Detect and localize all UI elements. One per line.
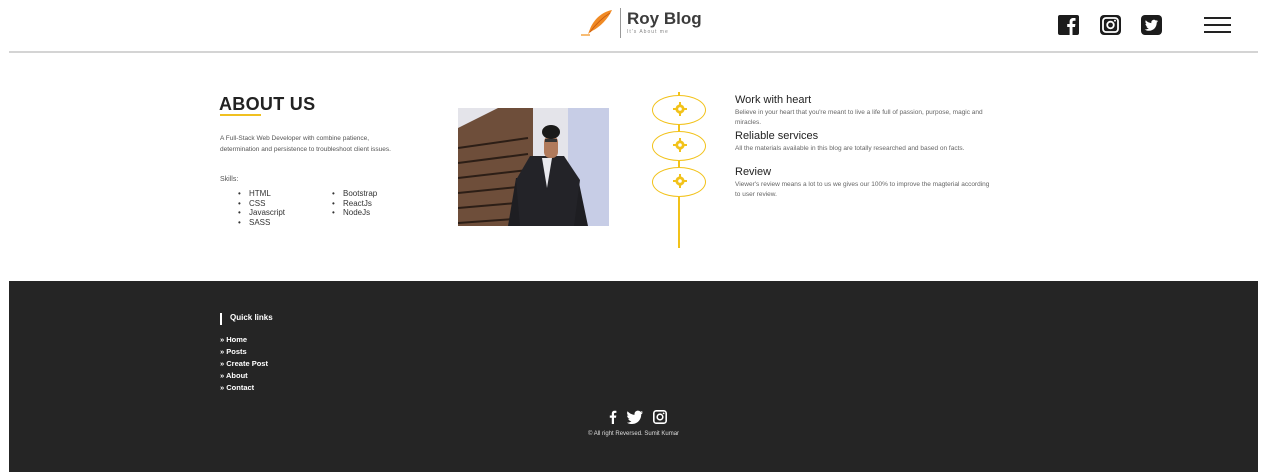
feature-description: Believe in your heart that you're meant … (735, 109, 983, 126)
skill-item: SASS (235, 218, 285, 228)
about-heading: ABOUT US (219, 94, 316, 114)
twitter-icon[interactable] (627, 410, 643, 424)
skill-item: Javascript (235, 208, 285, 218)
skills-list-1: HTML CSS Javascript SASS (235, 189, 285, 227)
header-divider (9, 51, 1258, 53)
about-description: A Full-Stack Web Developer with combine … (220, 135, 391, 153)
site-footer: Quick links Home Posts Create Post About… (9, 281, 1258, 472)
hamburger-menu-icon[interactable] (1204, 17, 1231, 34)
timeline-node (652, 95, 706, 125)
footer-link-posts[interactable]: Posts (220, 346, 268, 358)
about-heading-underline (220, 114, 261, 116)
skills-list-2: Bootstrap ReactJs NodeJs (329, 189, 377, 218)
logo-tagline: It's About me (627, 29, 669, 35)
skill-item: Bootstrap (329, 189, 377, 199)
quick-links-title: Quick links (230, 313, 273, 322)
footer-link-contact[interactable]: Contact (220, 382, 268, 394)
skills-label: Skills: (220, 176, 239, 183)
feature-title: Review (735, 166, 772, 178)
gear-icon (673, 102, 687, 116)
skill-item: HTML (235, 189, 285, 199)
timeline-node (652, 167, 706, 197)
footer-link-create-post[interactable]: Create Post (220, 358, 268, 370)
quick-links-bar (220, 313, 222, 325)
copyright-text: © All right Reversed. Sumit Kumar (587, 431, 680, 437)
gear-icon (673, 138, 687, 152)
feature-title: Work with heart (735, 94, 812, 106)
feature-title: Reliable services (735, 130, 819, 142)
feature-description: Viewer's review means a lot to us we giv… (735, 181, 990, 198)
quick-links-list: Home Posts Create Post About Contact (220, 334, 268, 394)
site-logo[interactable]: Roy Blog It's About me (578, 7, 702, 39)
instagram-icon[interactable] (1100, 15, 1121, 35)
logo-title: Roy Blog (627, 9, 702, 28)
feather-logo-icon (581, 10, 612, 36)
skill-item: CSS (235, 199, 285, 209)
gear-icon (673, 174, 687, 188)
skill-item: ReactJs (329, 199, 377, 209)
footer-link-about[interactable]: About (220, 370, 268, 382)
logo-divider (620, 8, 621, 38)
skill-item: NodeJs (329, 208, 377, 218)
instagram-icon[interactable] (653, 410, 667, 424)
timeline-node (652, 131, 706, 161)
feature-description: All the materials available in this blog… (735, 145, 965, 152)
footer-link-home[interactable]: Home (220, 334, 268, 346)
facebook-icon[interactable] (1058, 15, 1079, 35)
facebook-icon[interactable] (608, 410, 617, 424)
site-header: Roy Blog It's About me (0, 0, 1261, 52)
profile-photo (458, 108, 609, 226)
twitter-icon[interactable] (1141, 15, 1162, 35)
